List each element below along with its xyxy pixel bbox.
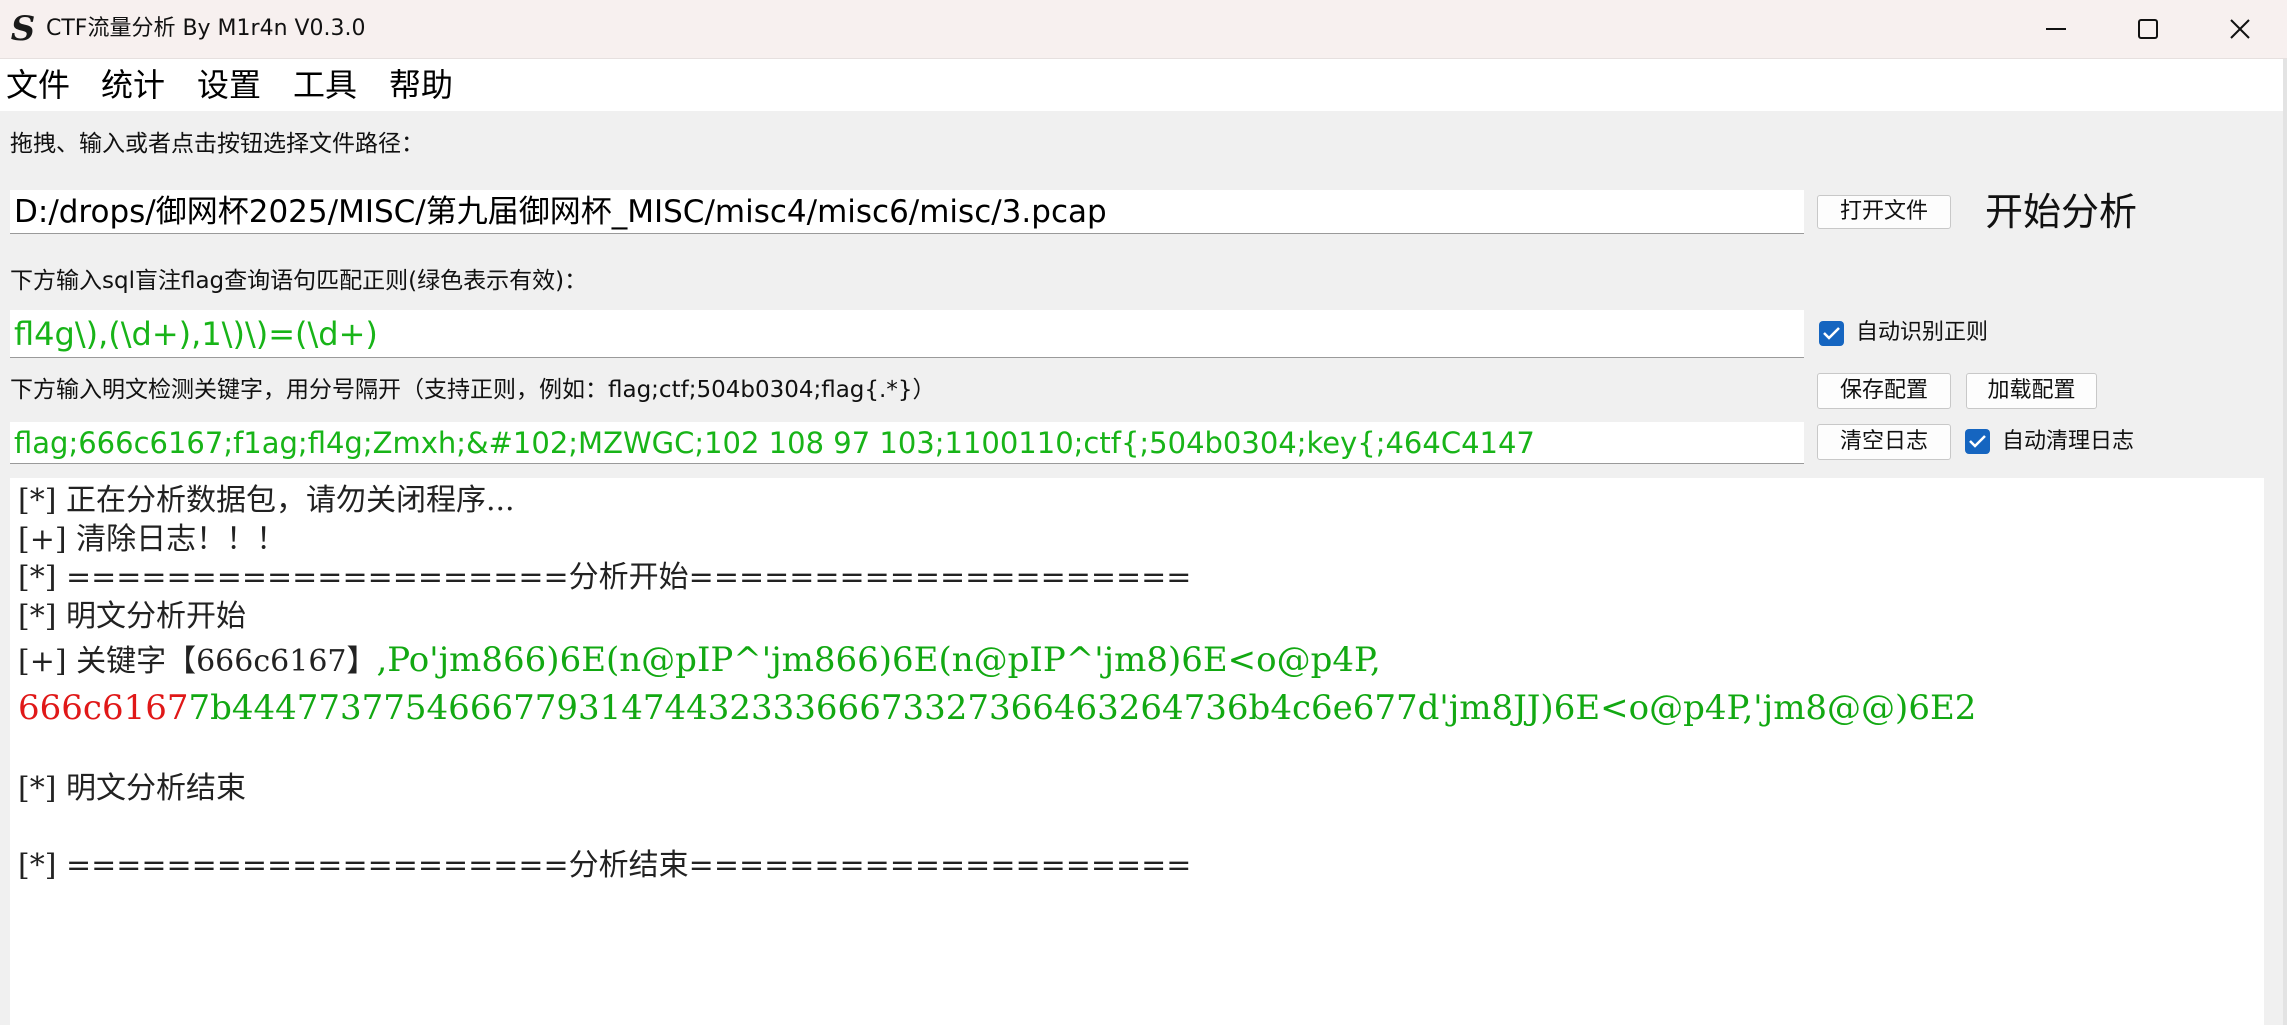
checkmark-icon xyxy=(1823,327,1840,340)
log-line: [*] 明文分析结束 xyxy=(18,771,246,806)
menu-file[interactable]: 文件 xyxy=(6,59,70,111)
file-path-label: 拖拽、输入或者点击按钮选择文件路径： xyxy=(10,131,424,157)
menu-tools[interactable]: 工具 xyxy=(293,59,357,111)
clear-log-button[interactable]: 清空日志 xyxy=(1817,424,1951,460)
log-output[interactable]: [*] 正在分析数据包，请勿关闭程序... [+] 清除日志！！！ [*] ==… xyxy=(10,478,2264,1025)
log-blank-line xyxy=(18,732,2264,770)
auto-regex-label: 自动识别正则 xyxy=(1856,320,1989,345)
load-config-button[interactable]: 加载配置 xyxy=(1966,373,2097,409)
auto-clear-log-checkbox[interactable] xyxy=(1965,429,1990,454)
maximize-icon xyxy=(2138,19,2158,39)
maximize-button[interactable] xyxy=(2102,0,2194,58)
log-line: [*] ====================分析结束============… xyxy=(18,847,1192,883)
minimize-button[interactable] xyxy=(2010,0,2102,58)
menu-bar: 文件 统计 设置 工具 帮助 xyxy=(0,59,2283,111)
log-line: [*] 正在分析数据包，请勿关闭程序... xyxy=(18,483,515,518)
log-blank-line xyxy=(18,809,2264,847)
log-line: [*] 明文分析开始 xyxy=(18,598,246,634)
log-keyword-prefix: [+] 关键字【666c6167】 xyxy=(18,644,377,679)
window-right-edge xyxy=(2283,59,2287,1025)
regex-input[interactable]: fl4g\),(\d+),1\)\)=(\d+) xyxy=(10,310,1804,358)
log-keyword-context: ,Po'jm866)6E(n@pIP^'jm866)6E(n@pIP^'jm8)… xyxy=(376,640,1381,680)
open-file-button[interactable]: 打开文件 xyxy=(1817,195,1951,229)
save-config-button[interactable]: 保存配置 xyxy=(1817,373,1951,409)
menu-settings[interactable]: 设置 xyxy=(197,59,261,111)
keyword-label: 下方输入明文检测关键字，用分号隔开（支持正则，例如：flag;ctf;504b0… xyxy=(10,377,936,403)
close-icon xyxy=(2230,19,2250,39)
auto-clear-log-label: 自动清理日志 xyxy=(2002,429,2135,454)
menu-statistics[interactable]: 统计 xyxy=(101,59,165,111)
regex-label: 下方输入sql盲注flag查询语句匹配正则(绿色表示有效)： xyxy=(10,268,588,294)
title-bar[interactable]: S CTF流量分析 By M1r4n V0.3.0 xyxy=(0,0,2287,59)
log-line-match: 666c61677b444773775466677931474432333666… xyxy=(18,684,2264,732)
keywords-input[interactable]: flag;666c6167;f1ag;fl4g;Zmxh;&#102;MZWGC… xyxy=(10,422,1804,464)
window-title: CTF流量分析 By M1r4n V0.3.0 xyxy=(46,16,366,41)
log-line: [*] ====================分析开始============… xyxy=(18,560,1192,595)
start-analysis-button[interactable]: 开始分析 xyxy=(1985,184,2150,240)
log-match-highlight: 666c6167 xyxy=(18,688,189,728)
close-button[interactable] xyxy=(2194,0,2286,58)
auto-regex-checkbox[interactable] xyxy=(1819,321,1844,346)
minimize-icon xyxy=(2046,28,2066,30)
app-icon: S xyxy=(10,9,36,49)
menu-help[interactable]: 帮助 xyxy=(389,59,453,111)
log-line: [+] 清除日志！！！ xyxy=(18,521,287,557)
checkmark-icon xyxy=(1969,435,1986,448)
file-path-input[interactable]: D:/drops/御网杯2025/MISC/第九届御网杯_MISC/misc4/… xyxy=(10,190,1804,234)
log-match-context: 7b44477377546667793147443233366673327366… xyxy=(188,688,1977,728)
log-line-keyword-hit: [+] 关键字【666c6167】,Po'jm866)6E(n@pIP^'jm8… xyxy=(18,636,2264,684)
